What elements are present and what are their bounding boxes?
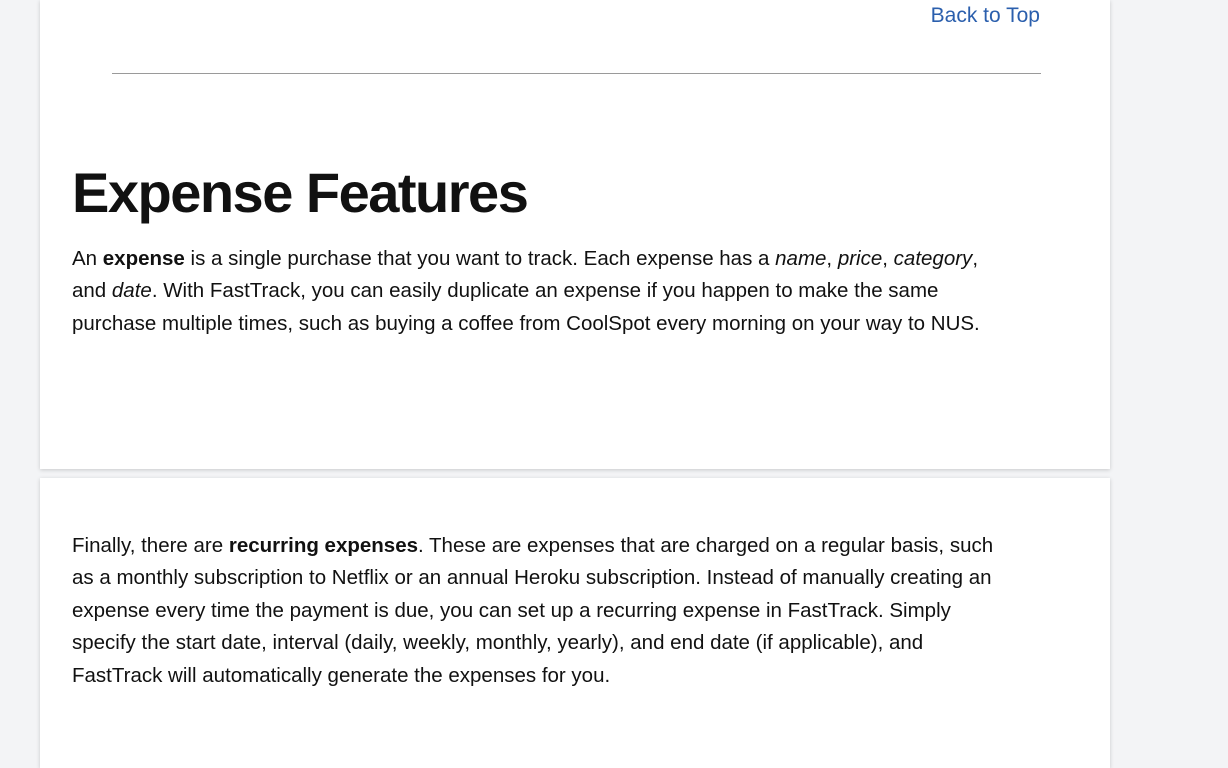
- intro-italic-category: category: [893, 247, 973, 270]
- recurring-text-1: Finally, there are: [72, 534, 229, 557]
- section-heading: Expense Features: [72, 161, 529, 224]
- expense-intro-paragraph: An expense is a single purchase that you…: [72, 243, 1002, 340]
- intro-text-6: . With FastTrack, you can easily duplica…: [72, 279, 980, 335]
- intro-text-3: ,: [826, 247, 838, 270]
- intro-bold-expense: expense: [102, 247, 185, 270]
- section-divider: [112, 73, 1041, 74]
- recurring-bold-term: recurring expenses: [228, 534, 419, 557]
- intro-italic-date: date: [111, 279, 152, 303]
- intro-text-2: is a single purchase that you want to tr…: [184, 247, 776, 270]
- intro-italic-name: name: [775, 247, 827, 270]
- recurring-expenses-paragraph: Finally, there are recurring expenses. T…: [72, 530, 1002, 692]
- intro-text-1: An: [72, 247, 103, 270]
- intro-italic-price: price: [837, 247, 883, 270]
- back-to-top-link[interactable]: Back to Top: [931, 4, 1040, 28]
- intro-text-4: ,: [882, 247, 894, 270]
- document-page-1: Back to Top: [40, 0, 1110, 469]
